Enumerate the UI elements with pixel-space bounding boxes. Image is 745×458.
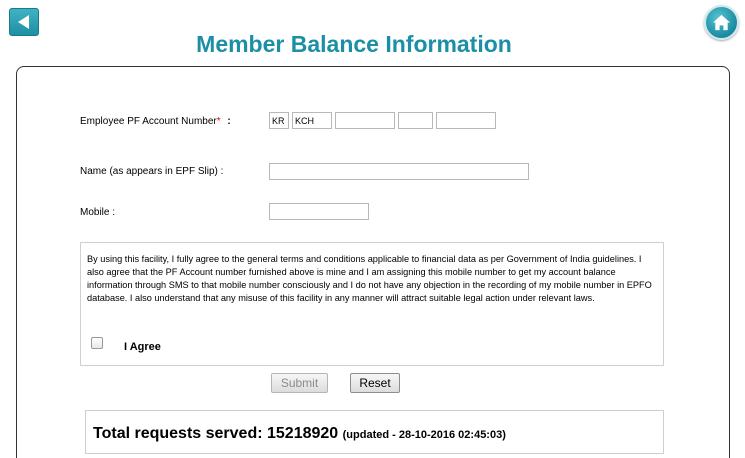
terms-text: By using this facility, I fully agree to… <box>87 254 652 303</box>
mobile-input[interactable] <box>269 203 369 220</box>
back-arrow-icon <box>18 15 29 29</box>
stats-updated: (updated - 28-10-2016 02:45:03) <box>342 429 506 441</box>
pf-account-input[interactable] <box>436 112 496 129</box>
pf-account-label: Employee PF Account Number* : <box>80 116 231 127</box>
agree-label: I Agree <box>124 341 161 353</box>
home-icon <box>712 14 731 31</box>
pf-establishment-input[interactable] <box>335 112 395 129</box>
page: Member Balance Information Employee PF A… <box>0 0 745 458</box>
pf-office-input[interactable] <box>292 112 332 129</box>
pf-region-input[interactable] <box>269 112 289 129</box>
pf-account-colon: : <box>227 116 231 127</box>
submit-button[interactable]: Submit <box>271 373 328 393</box>
stats-text: Total requests served: 15218920 (updated… <box>93 425 506 443</box>
terms-box: By using this facility, I fully agree to… <box>80 242 664 366</box>
name-label: Name (as appears in EPF Slip) : <box>80 166 224 177</box>
pf-extension-input[interactable] <box>398 112 433 129</box>
agree-checkbox[interactable] <box>91 337 103 349</box>
home-button[interactable] <box>704 5 739 40</box>
stats-label: Total requests served: <box>93 425 263 442</box>
pf-account-label-text: Employee PF Account Number <box>80 116 217 127</box>
required-mark: * <box>216 116 221 127</box>
mobile-label: Mobile : <box>80 207 116 218</box>
name-input[interactable] <box>269 163 529 180</box>
page-title: Member Balance Information <box>196 31 512 57</box>
stats-box: Total requests served: 15218920 (updated… <box>85 410 664 454</box>
stats-count: 15218920 <box>267 425 339 442</box>
reset-button[interactable]: Reset <box>350 373 400 393</box>
